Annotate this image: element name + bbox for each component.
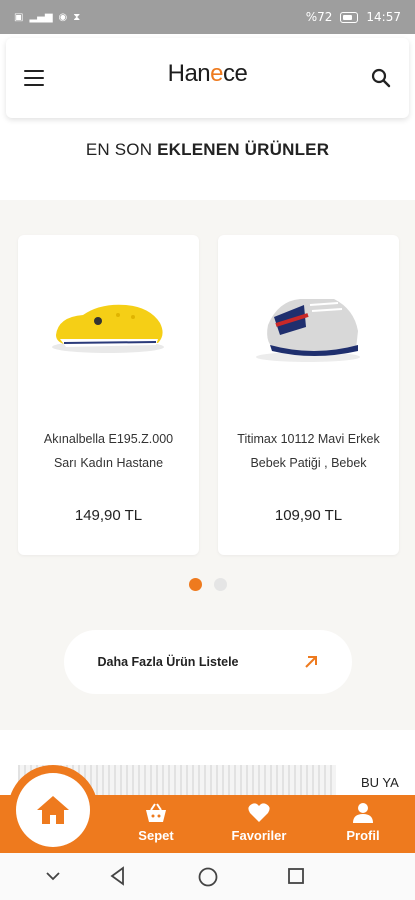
more-button-label: Daha Fazla Ürün Listele: [97, 655, 239, 669]
list-more-products-button[interactable]: Daha Fazla Ürün Listele: [64, 630, 352, 694]
product-price: 149,90 TL: [74, 507, 143, 524]
carousel-dot-active[interactable]: [188, 578, 202, 591]
product-name: Akınalbella E195.Z.000 Sarı Kadın Hastan…: [43, 432, 174, 470]
carousel-dots: [0, 578, 415, 591]
product-card[interactable]: Akınalbella E195.Z.000 Sarı Kadın Hastan…: [18, 235, 199, 555]
arrow-up-right-icon: [304, 656, 317, 668]
recents-icon[interactable]: [286, 866, 306, 886]
product-image-yellow-clog: [52, 304, 164, 353]
status-right: %72 14:57: [306, 10, 401, 24]
signal-icon: ▂▄▆: [29, 11, 53, 23]
nav-label: Sepet: [138, 828, 174, 843]
promo-banner-text: BU YA: [361, 775, 399, 790]
nav-sepet[interactable]: Sepet: [116, 802, 196, 843]
home-circle-icon[interactable]: [197, 866, 219, 888]
products-section: Akınalbella E195.Z.000 Sarı Kadın Hastan…: [0, 200, 415, 730]
nav-favoriler[interactable]: Favoriler: [219, 802, 299, 843]
product-name: Titimax 10112 Mavi Erkek Bebek Patiği , …: [237, 432, 380, 470]
home-icon: [37, 796, 69, 824]
clock: 14:57: [366, 10, 401, 24]
volte-icon: ▣: [14, 11, 24, 23]
system-navigation-bar: [0, 853, 415, 900]
nav-label: Profil: [346, 828, 380, 843]
battery-percent: %72: [305, 10, 333, 24]
nav-profil[interactable]: Profil: [323, 802, 403, 843]
basket-icon: [146, 803, 166, 822]
app-logo[interactable]: Hanece: [6, 60, 409, 88]
battery-icon: [340, 11, 359, 23]
search-icon[interactable]: [371, 68, 391, 88]
whatsapp-icon: ◉: [58, 11, 68, 23]
nav-label: Favoriler: [231, 828, 287, 843]
home-button[interactable]: [16, 773, 90, 847]
status-bar: ▣ ▂▄▆ ◉ ⧗ %72 14:57: [0, 0, 415, 34]
app-header: Hanece: [6, 38, 409, 118]
chevron-down-icon[interactable]: [44, 866, 62, 886]
hourglass-icon: ⧗: [73, 11, 81, 23]
carousel-dot[interactable]: [213, 578, 227, 591]
heart-icon: [248, 803, 270, 822]
back-icon[interactable]: [108, 866, 128, 886]
product-card[interactable]: Titimax 10112 Mavi Erkek Bebek Patiği , …: [218, 235, 399, 555]
product-image-baby-shoe: [256, 299, 360, 362]
status-left-icons: ▣ ▂▄▆ ◉ ⧗: [14, 12, 80, 23]
product-price: 109,90 TL: [274, 507, 343, 524]
person-icon: [353, 803, 373, 823]
section-title: EN SON EKLENEN ÜRÜNLER: [85, 140, 330, 159]
